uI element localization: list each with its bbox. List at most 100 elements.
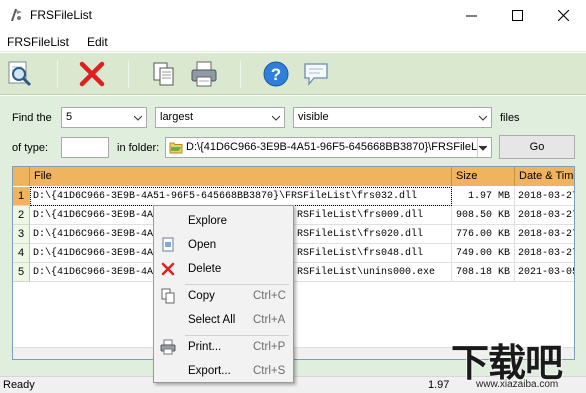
copy-button[interactable] xyxy=(147,58,181,90)
toolbar-separator xyxy=(240,60,241,88)
file-cell: D:\{41D6C966-3E9B-4A xyxy=(30,263,154,282)
row-number: 1 xyxy=(13,187,30,206)
menu-item-label: Select All xyxy=(188,314,236,326)
menu-item-print[interactable]: Print... Ctrl+P xyxy=(154,336,293,359)
size-cell: 1.97 MB xyxy=(452,187,515,206)
svg-text:?: ? xyxy=(271,65,281,84)
row-number: 5 xyxy=(13,263,30,282)
close-button[interactable] xyxy=(540,0,586,30)
table-row[interactable]: 1 D:\{41D6C966-3E9B-4A51-96F5-645668BB38… xyxy=(13,187,574,206)
menu-item-label: Print... xyxy=(188,341,222,353)
visibility-value: visible xyxy=(298,111,329,123)
folder-label: in folder: xyxy=(117,142,160,154)
file-cell-tail: RSFileList\frs020.dll xyxy=(294,225,452,244)
chevron-down-icon xyxy=(479,145,487,151)
menu-item-label: Copy xyxy=(188,290,215,302)
speech-bubble-icon xyxy=(304,63,328,86)
watermark-logo: 下载吧 www.xiazaiba.com xyxy=(443,330,586,393)
focus-rectangle xyxy=(30,187,452,206)
context-menu: Explore Open Delete Copy Ctrl+C Select A… xyxy=(153,205,294,383)
date-cell: 2018-03-27 8 xyxy=(515,225,574,244)
corner-cell xyxy=(13,167,30,186)
toolbar-separator xyxy=(57,60,58,88)
column-header-size[interactable]: Size xyxy=(452,167,515,186)
table-header: File Size Date & Time xyxy=(13,167,574,186)
file-type-input[interactable] xyxy=(61,137,109,158)
menu-item-explore[interactable]: Explore xyxy=(154,210,293,233)
menu-item-copy[interactable]: Copy Ctrl+C xyxy=(154,285,293,308)
date-cell: 2018-03-27 8 xyxy=(515,244,574,263)
folder-icon xyxy=(169,142,183,154)
red-x-icon xyxy=(79,61,105,87)
help-icon: ? xyxy=(263,61,289,87)
maximize-icon xyxy=(511,9,523,21)
folder-select[interactable]: D:\{41D6C966-3E9B-4A51-96F5-645668BB3870… xyxy=(165,137,492,158)
order-select[interactable]: largest xyxy=(155,107,285,128)
menu-item-label: Explore xyxy=(188,215,227,227)
count-value: 5 xyxy=(66,111,73,123)
file-cell-tail: RSFileList\frs048.dll xyxy=(294,244,452,263)
copy-icon xyxy=(153,62,174,86)
delete-icon xyxy=(161,262,175,276)
files-label: files xyxy=(500,112,520,124)
row-number: 3 xyxy=(13,225,30,244)
size-cell: 708.18 KB xyxy=(452,263,515,282)
close-icon xyxy=(557,9,569,21)
copy-icon xyxy=(161,288,175,304)
size-cell: 776.00 KB xyxy=(452,225,515,244)
file-cell-tail: RSFileList\frs009.dll xyxy=(294,206,452,225)
chevron-down-icon xyxy=(272,115,280,121)
toolbar-separator xyxy=(128,60,129,88)
row-number: 2 xyxy=(13,206,30,225)
search-button[interactable] xyxy=(3,58,37,90)
file-cell: D:\{41D6C966-3E9B-4A xyxy=(30,206,154,225)
minimize-icon xyxy=(465,15,477,16)
type-label: of type: xyxy=(12,142,49,154)
toolbar: ? xyxy=(0,53,586,95)
row-number: 4 xyxy=(13,244,30,263)
message-button[interactable] xyxy=(299,58,333,90)
chevron-down-icon xyxy=(134,115,142,121)
window-title: FRSFileList xyxy=(30,8,93,22)
printer-icon xyxy=(191,61,217,87)
find-label: Find the xyxy=(12,112,52,124)
status-text: Ready xyxy=(3,379,35,391)
print-icon xyxy=(160,339,176,355)
date-cell: 2018-03-27 8 xyxy=(515,187,574,206)
file-cell: D:\{41D6C966-3E9B-4A xyxy=(30,225,154,244)
menu-item-select-all[interactable]: Select All Ctrl+A xyxy=(154,309,293,332)
menu-item-shortcut: Ctrl+P xyxy=(253,341,286,353)
menu-edit[interactable]: Edit xyxy=(87,35,108,49)
order-value: largest xyxy=(160,111,194,123)
menu-item-open[interactable]: Open xyxy=(154,234,293,257)
help-button[interactable]: ? xyxy=(259,58,293,90)
delete-button[interactable] xyxy=(75,58,109,90)
chevron-down-icon xyxy=(479,115,487,121)
file-cell: D:\{41D6C966-3E9B-4A xyxy=(30,244,154,263)
watermark-url: www.xiazaiba.com xyxy=(476,379,559,390)
menu-item-label: Export... xyxy=(188,365,231,377)
column-header-date[interactable]: Date & Time xyxy=(515,167,574,186)
menu-item-shortcut: Ctrl+A xyxy=(253,314,286,326)
visibility-select[interactable]: visible xyxy=(293,107,492,128)
magnifier-icon xyxy=(8,61,32,87)
go-button[interactable]: Go xyxy=(499,135,575,159)
menu-item-shortcut: Ctrl+S xyxy=(253,365,286,377)
file-cell-tail: RSFileList\unins000.exe xyxy=(294,263,452,282)
title-bar: FRSFileList xyxy=(0,0,586,30)
size-cell: 908.50 KB xyxy=(452,206,515,225)
minimize-button[interactable] xyxy=(448,0,494,30)
menu-bar: FRSFileList Edit xyxy=(0,30,586,52)
menu-item-label: Open xyxy=(188,239,217,251)
column-header-file[interactable]: File xyxy=(30,167,452,186)
print-button[interactable] xyxy=(187,58,221,90)
date-cell: 2021-03-05 0 xyxy=(515,263,574,282)
maximize-button[interactable] xyxy=(494,0,540,30)
menu-frsfilelist[interactable]: FRSFileList xyxy=(7,35,69,49)
menu-item-label: Delete xyxy=(188,263,222,275)
menu-item-delete[interactable]: Delete xyxy=(154,258,293,281)
size-cell: 749.00 KB xyxy=(452,244,515,263)
menu-item-export[interactable]: Export... Ctrl+S xyxy=(154,360,293,383)
count-select[interactable]: 5 xyxy=(61,107,147,128)
folder-value: D:\{41D6C966-3E9B-4A51-96F5-645668BB3870… xyxy=(186,141,483,153)
